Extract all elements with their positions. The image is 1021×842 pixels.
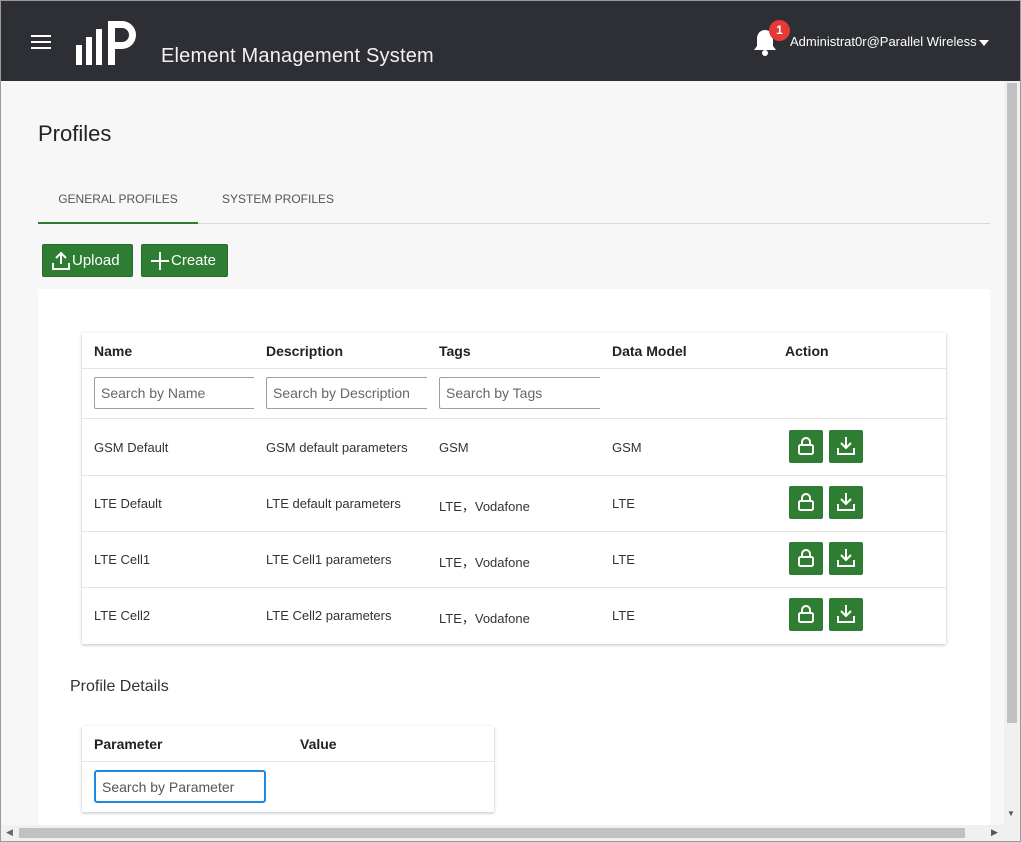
profile-data-model: LTE <box>612 552 635 567</box>
profile-tags: LTE，Vodafone <box>439 555 530 570</box>
profiles-table: Name Description Tags Data Model Action … <box>82 333 946 644</box>
scroll-left-arrow-icon[interactable]: ◀ <box>6 827 13 838</box>
user-menu[interactable]: Administrat0r@Parallel Wireless <box>790 34 977 49</box>
profile-data-model: GSM <box>612 440 642 455</box>
search-by-tags-input[interactable] <box>439 377 600 409</box>
vertical-scrollbar[interactable]: ▼ <box>1004 81 1020 825</box>
horizontal-scrollbar-thumb[interactable] <box>19 828 965 838</box>
app-title: Element Management System <box>161 45 434 67</box>
profile-name[interactable]: LTE Default <box>94 496 162 511</box>
profile-description: LTE Cell2 parameters <box>266 608 392 623</box>
lock-button[interactable] <box>789 598 823 631</box>
download-button[interactable] <box>829 598 863 631</box>
upload-button[interactable]: Upload <box>42 244 133 277</box>
profile-description: LTE Cell1 parameters <box>266 552 392 567</box>
profile-description: GSM default parameters <box>266 440 408 455</box>
profile-tags: GSM <box>439 440 469 455</box>
profile-data-model: LTE <box>612 608 635 623</box>
search-by-name-input[interactable] <box>94 377 254 409</box>
profile-name[interactable]: LTE Cell1 <box>94 552 150 567</box>
column-header-description[interactable]: Description <box>266 343 343 359</box>
parallel-wireless-logo <box>76 21 136 65</box>
column-header-data-model[interactable]: Data Model <box>612 343 687 359</box>
tab-general-profiles[interactable]: GENERAL PROFILES <box>38 181 198 224</box>
profile-details-table: Parameter Value <box>82 726 494 812</box>
page-title: Profiles <box>38 121 112 146</box>
download-button[interactable] <box>829 542 863 575</box>
search-by-description-input[interactable] <box>266 377 427 409</box>
divider <box>82 368 946 369</box>
notification-count-badge: 1 <box>769 20 790 41</box>
upload-icon <box>52 251 70 270</box>
download-button[interactable] <box>829 486 863 519</box>
lock-icon <box>798 493 814 511</box>
top-bar: Element Management System 1 Administrat0… <box>1 1 1020 81</box>
column-header-tags[interactable]: Tags <box>439 343 471 359</box>
divider <box>82 418 946 419</box>
plus-icon <box>151 252 169 270</box>
tab-system-profiles[interactable]: SYSTEM PROFILES <box>198 181 358 224</box>
download-icon <box>837 605 855 623</box>
profile-tabs: GENERAL PROFILES SYSTEM PROFILES <box>38 181 990 224</box>
chevron-down-icon[interactable] <box>979 40 989 46</box>
lock-icon <box>798 605 814 623</box>
profile-description: LTE default parameters <box>266 496 401 511</box>
profile-tags: LTE，Vodafone <box>439 611 530 626</box>
horizontal-scrollbar[interactable]: ◀ ▶ <box>1 825 1004 841</box>
app-window: Element Management System 1 Administrat0… <box>0 0 1021 842</box>
create-label: Create <box>171 252 217 269</box>
vertical-scrollbar-thumb[interactable] <box>1007 83 1017 723</box>
divider <box>82 531 946 532</box>
column-header-name[interactable]: Name <box>94 343 132 359</box>
divider <box>82 761 494 762</box>
download-button[interactable] <box>829 430 863 463</box>
column-header-action: Action <box>785 343 829 359</box>
hamburger-menu-icon[interactable] <box>31 35 51 49</box>
download-icon <box>837 549 855 567</box>
lock-icon <box>798 437 814 455</box>
lock-icon <box>798 549 814 567</box>
lock-button[interactable] <box>789 486 823 519</box>
scroll-down-arrow-icon[interactable]: ▼ <box>1007 809 1015 818</box>
profile-name[interactable]: GSM Default <box>94 440 168 455</box>
scrollbar-corner <box>1004 825 1020 841</box>
scroll-right-arrow-icon[interactable]: ▶ <box>991 827 998 838</box>
divider <box>82 475 946 476</box>
upload-label: Upload <box>72 252 120 269</box>
create-button[interactable]: Create <box>141 244 228 277</box>
lock-button[interactable] <box>789 430 823 463</box>
profile-name[interactable]: LTE Cell2 <box>94 608 150 623</box>
search-by-parameter-input[interactable] <box>94 770 266 803</box>
profile-tags: LTE，Vodafone <box>439 499 530 514</box>
download-icon <box>837 437 855 455</box>
column-header-parameter[interactable]: Parameter <box>94 736 163 752</box>
download-icon <box>837 493 855 511</box>
lock-button[interactable] <box>789 542 823 575</box>
column-header-value[interactable]: Value <box>300 736 337 752</box>
profile-data-model: LTE <box>612 496 635 511</box>
divider <box>82 587 946 588</box>
profile-details-title: Profile Details <box>70 678 169 695</box>
